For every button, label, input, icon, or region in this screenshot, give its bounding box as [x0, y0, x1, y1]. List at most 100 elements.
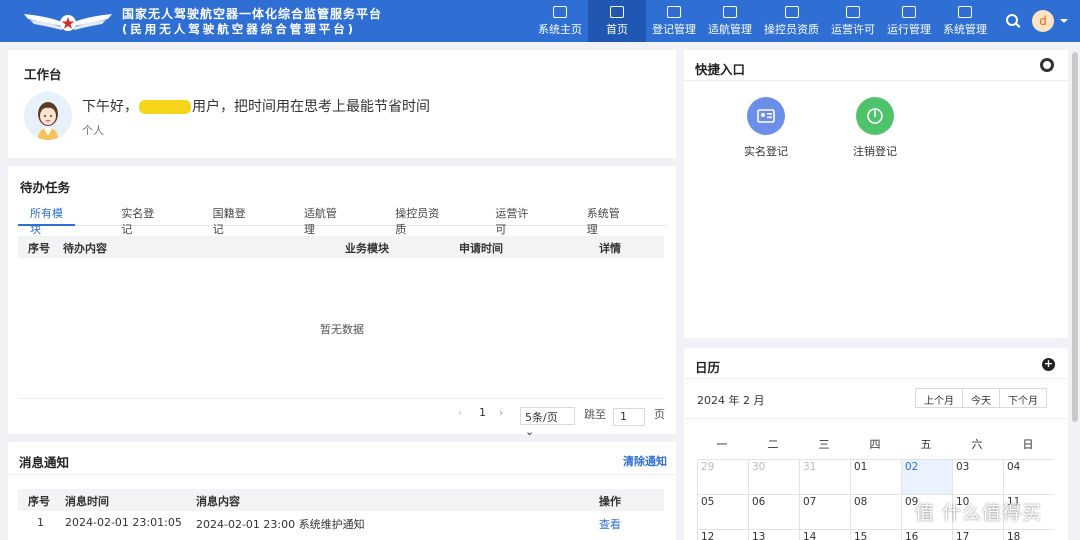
shield-icon — [784, 5, 799, 18]
row-content: 2024-02-01 23:00 系统维护通知 — [196, 518, 365, 531]
divider — [684, 418, 1068, 419]
jump-label: 跳至 — [584, 408, 606, 421]
divider — [8, 474, 676, 475]
tab-0[interactable]: 所有模块 — [18, 204, 76, 236]
tab-4[interactable]: 操控员资质 — [383, 204, 449, 236]
calendar-day-cell[interactable]: 14 — [799, 529, 850, 540]
nav-item-3[interactable]: 适航管理 — [702, 0, 758, 42]
id-card-icon — [747, 97, 785, 135]
drone-icon — [723, 5, 737, 18]
calendar-day-cell[interactable]: 01 — [850, 459, 901, 495]
next-month-button[interactable]: 下个月 — [999, 388, 1047, 408]
nav-item-5[interactable]: 运营许可 — [825, 0, 881, 42]
calendar-day-cell[interactable]: 08 — [850, 494, 901, 530]
nav-item-4[interactable]: 操控员资质 — [758, 0, 825, 42]
tab-1[interactable]: 实名登记 — [109, 204, 166, 236]
girl-avatar-icon — [24, 92, 72, 140]
nav-item-6[interactable]: 运行管理 — [881, 0, 937, 42]
calendar-day-cell[interactable]: 05 — [697, 494, 748, 530]
calendar-day-cell[interactable]: 31 — [799, 459, 850, 495]
weekday-label: 二 — [767, 438, 779, 451]
col-action: 操作 — [599, 495, 621, 508]
page-unit-label: 页 — [654, 408, 665, 421]
top-nav-bar: 国家无人驾驶航空器一体化综合监管服务平台 (民用无人驾驶航空器综合管理平台) 系… — [0, 0, 1080, 42]
settings-grid-icon — [958, 5, 972, 18]
calendar-day-cell[interactable]: 30 — [748, 459, 799, 495]
clear-notifications-link[interactable]: 清除通知 — [623, 453, 667, 469]
nav-item-2[interactable]: 登记管理 — [646, 0, 702, 42]
calendar-day-cell[interactable]: 12 — [697, 529, 748, 540]
calendar-day-cell[interactable]: 02 — [901, 459, 952, 495]
page-scrollbar[interactable] — [1072, 52, 1078, 422]
quick-entry-card: 快捷入口 实名登记 注销登记 — [684, 50, 1068, 338]
calendar-day-cell[interactable]: 03 — [952, 459, 1003, 495]
tab-5[interactable]: 运营许可 — [483, 204, 540, 236]
col-content: 消息内容 — [196, 495, 240, 508]
weekday-label: 五 — [920, 438, 932, 451]
prev-month-button[interactable]: 上个月 — [915, 388, 963, 408]
messages-title: 消息通知 — [19, 455, 70, 470]
col-module: 业务模块 — [345, 242, 389, 255]
col-detail: 详情 — [599, 242, 621, 255]
tab-2[interactable]: 国籍登记 — [201, 204, 258, 236]
calendar-day-cell[interactable]: 16 — [901, 529, 952, 540]
card-icon — [846, 5, 860, 18]
nav-item-label: 首页 — [606, 22, 628, 36]
calendar-day-cell[interactable]: 13 — [748, 529, 799, 540]
row-time: 2024-02-01 23:01:05 — [65, 516, 182, 529]
power-icon — [856, 97, 894, 135]
tab-6[interactable]: 系统管理 — [575, 204, 632, 236]
weekday-label: 三 — [818, 438, 830, 451]
weekday-label: 一 — [716, 438, 728, 451]
calendar-day-cell[interactable]: 15 — [850, 529, 901, 540]
table-row: 1 2024-02-01 23:01:05 2024-02-01 23:00 系… — [18, 512, 664, 534]
quick-item-label: 实名登记 — [744, 145, 788, 158]
page-size-value: 5条/页 — [525, 411, 558, 424]
current-page[interactable]: 1 — [479, 406, 486, 426]
calendar-day-cell[interactable]: 29 — [697, 459, 748, 495]
page-size-select[interactable]: 5条/页 ⌄ — [520, 407, 575, 438]
chevron-down-icon[interactable] — [1060, 19, 1068, 23]
greeting-prefix: 下午好， — [82, 99, 138, 115]
calendar-day-cell[interactable]: 07 — [799, 494, 850, 530]
platform-title-main: 国家无人驾驶航空器一体化综合监管服务平台 — [122, 7, 383, 21]
empty-state: 暂无数据 — [320, 323, 364, 336]
redacted-username — [139, 100, 191, 114]
today-button[interactable]: 今天 — [962, 388, 1000, 408]
calendar-day-cell[interactable]: 06 — [748, 494, 799, 530]
nav-item-0[interactable]: 系统主页 — [532, 0, 588, 42]
calendar-day-cell[interactable]: 18 — [1003, 529, 1054, 540]
todo-table-header: 序号 待办内容 业务模块 申请时间 详情 — [18, 236, 664, 258]
platform-title: 国家无人驾驶航空器一体化综合监管服务平台 (民用无人驾驶航空器综合管理平台) — [122, 7, 382, 36]
next-page-icon[interactable]: › — [499, 406, 503, 426]
chevron-down-icon: ⌄ — [525, 425, 535, 438]
search-icon[interactable] — [1006, 14, 1018, 26]
home-screen-icon — [553, 5, 567, 18]
gear-icon[interactable] — [1040, 58, 1054, 72]
nav-item-label: 系统主页 — [538, 22, 582, 36]
greeting-suffix: 用户，把时间用在思考上最能节省时间 — [192, 99, 430, 115]
add-event-icon[interactable]: + — [1042, 358, 1055, 371]
user-avatar-illustration — [24, 92, 72, 140]
quick-item-real-name[interactable]: 实名登记 — [726, 97, 806, 159]
todo-card: 待办任务 所有模块 实名登记 国籍登记 适航管理 操控员资质 运营许可 系统管理 序号 待办… — [8, 166, 676, 438]
site-watermark: 值 什么值得买 — [915, 502, 1043, 524]
user-avatar[interactable]: d — [1032, 10, 1054, 32]
nav-item-label: 系统管理 — [943, 22, 987, 36]
tab-3[interactable]: 适航管理 — [292, 204, 349, 236]
nav-item-1[interactable]: 首页 — [588, 0, 646, 42]
nav-item-label: 登记管理 — [652, 22, 696, 36]
calendar-day-cell[interactable]: 04 — [1003, 459, 1054, 495]
jump-page-input[interactable]: 1 — [613, 408, 645, 426]
todo-title: 待办任务 — [20, 180, 71, 195]
nav-item-7[interactable]: 系统管理 — [937, 0, 993, 42]
calendar-day-cell[interactable]: 17 — [952, 529, 1003, 540]
todo-tabs: 所有模块 实名登记 国籍登记 适航管理 操控员资质 运营许可 系统管理 — [18, 204, 666, 236]
view-message-link[interactable]: 查看 — [599, 516, 621, 532]
quick-entry-title: 快捷入口 — [695, 62, 746, 77]
nav-item-label: 运营许可 — [831, 22, 875, 36]
prev-page-icon[interactable]: ‹ — [458, 406, 462, 426]
caac-wings-logo-icon — [24, 14, 112, 31]
quick-item-deregister[interactable]: 注销登记 — [835, 97, 915, 159]
weekday-label: 六 — [971, 438, 983, 451]
